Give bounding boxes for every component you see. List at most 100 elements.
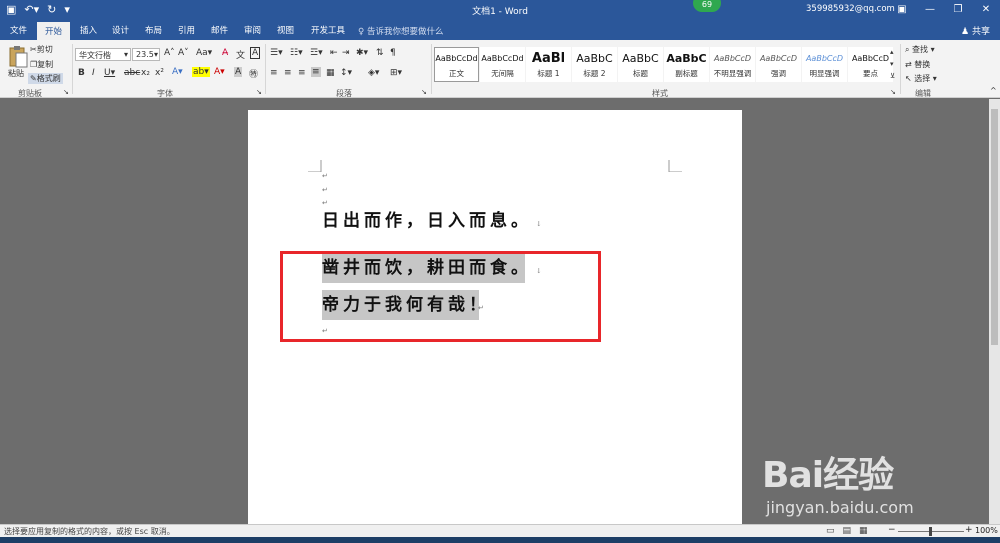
ribbon-display-icon[interactable]: ▣	[888, 0, 916, 20]
copy-button[interactable]: ❐复制	[30, 59, 53, 70]
multilevel-list-icon[interactable]: ☲▾	[310, 48, 323, 58]
brush-icon: ✎	[30, 74, 37, 83]
font-group-label: 字体	[157, 89, 173, 98]
scrollbar-thumb[interactable]	[991, 109, 998, 345]
restore-icon[interactable]: ❐	[944, 0, 972, 20]
justify-icon[interactable]: ≡	[311, 67, 321, 77]
clipboard-launcher-icon[interactable]: ↘	[63, 88, 69, 96]
poem-line-1[interactable]: 日出而作，日入而息。 ↓	[322, 206, 542, 236]
cut-button[interactable]: ✂剪切	[30, 44, 53, 55]
scissors-icon: ✂	[30, 45, 37, 54]
asian-layout-icon[interactable]: ✱▾	[356, 48, 368, 58]
print-layout-icon[interactable]: ▤	[843, 526, 852, 536]
styles-scroll-down-icon[interactable]: ▾	[890, 60, 894, 68]
style-subtle-emphasis[interactable]: AaBbCcD 不明显强调	[710, 47, 755, 82]
styles-launcher-icon[interactable]: ↘	[890, 88, 896, 96]
shading-icon[interactable]: ◈▾	[368, 68, 379, 78]
char-border-icon[interactable]: A	[250, 47, 261, 59]
show-marks-icon[interactable]: ¶	[390, 48, 396, 58]
strikethrough-icon[interactable]: abc	[124, 68, 140, 78]
close-icon[interactable]: ✕	[972, 0, 1000, 20]
find-button[interactable]: ⌕ 查找 ▾	[905, 44, 935, 55]
tab-file[interactable]: 文件	[10, 24, 27, 36]
style-strong[interactable]: AaBbCcD 要点	[848, 47, 893, 82]
account-name[interactable]: 359985932@qq.com	[806, 4, 895, 14]
increase-indent-icon[interactable]: ⇥	[342, 48, 350, 58]
title-bar: ▣ ↶▾ ↻ ▾ 文档1 - Word 69 359985932@qq.com …	[0, 0, 1000, 20]
paste-button[interactable]: 粘贴	[8, 68, 24, 79]
group-separator	[265, 44, 266, 94]
highlight-icon[interactable]: ab▾	[192, 67, 210, 77]
tell-me-search[interactable]: ♀ 告诉我你想要做什么	[358, 25, 443, 37]
minimize-icon[interactable]: —	[916, 0, 944, 20]
tab-review[interactable]: 审阅	[244, 24, 261, 36]
borders-icon[interactable]: ⊞▾	[390, 68, 402, 78]
zoom-out-icon[interactable]: −	[888, 525, 896, 535]
status-message: 选择要应用复制的格式的内容，或按 Esc 取消。	[4, 527, 175, 536]
style-emphasis[interactable]: AaBbCcD 强调	[756, 47, 801, 82]
format-painter-button[interactable]: ✎格式刷	[28, 73, 63, 84]
phonetic-guide-icon[interactable]: 文	[236, 48, 245, 61]
decrease-indent-icon[interactable]: ⇤	[330, 48, 338, 58]
read-mode-icon[interactable]: ▭	[826, 526, 835, 536]
select-button[interactable]: ↖ 选择 ▾	[905, 73, 937, 84]
styles-more-icon[interactable]: ⊻	[890, 72, 895, 80]
collapse-ribbon-icon[interactable]: ^	[990, 86, 997, 95]
tab-design[interactable]: 设计	[112, 24, 129, 36]
style-title[interactable]: AaBbC 标题	[618, 47, 663, 82]
sort-icon[interactable]: ⇅	[376, 48, 384, 58]
style-intense-emphasis[interactable]: AaBbCcD 明显强调	[802, 47, 847, 82]
style-subtitle[interactable]: AaBbC 副标题	[664, 47, 709, 82]
font-name-box[interactable]: 华文行楷 ▾	[75, 48, 131, 61]
align-left-icon[interactable]: ≡	[270, 68, 278, 78]
bullets-icon[interactable]: ☰▾	[270, 48, 283, 58]
paragraph-mark: ↵	[322, 186, 328, 194]
zoom-slider-knob[interactable]	[929, 527, 932, 536]
subscript-icon[interactable]: x₂	[141, 68, 150, 78]
style-normal[interactable]: AaBbCcDd 正文	[434, 47, 479, 82]
os-taskbar	[0, 537, 1000, 543]
font-color-icon[interactable]: A▾	[214, 67, 225, 77]
bold-icon[interactable]: B	[78, 68, 85, 78]
align-right-icon[interactable]: ≡	[298, 68, 306, 78]
replace-button[interactable]: ⇄ 替换	[905, 59, 930, 70]
clear-format-icon[interactable]: A̶	[222, 48, 228, 58]
lightbulb-icon: ♀	[358, 27, 367, 37]
tab-view[interactable]: 视图	[277, 24, 294, 36]
zoom-in-icon[interactable]: +	[965, 525, 973, 535]
paragraph-launcher-icon[interactable]: ↘	[421, 88, 427, 96]
style-heading-1[interactable]: AaBl 标题 1	[526, 47, 571, 82]
group-separator	[72, 44, 73, 94]
tab-mailings[interactable]: 邮件	[211, 24, 228, 36]
text-effects-icon[interactable]: A▾	[172, 67, 183, 77]
notification-badge[interactable]: 69	[693, 0, 721, 12]
zoom-level[interactable]: 100%	[975, 526, 998, 535]
tab-developer[interactable]: 开发工具	[311, 24, 345, 36]
enclose-char-icon[interactable]: ㊕	[249, 67, 258, 80]
change-case-icon[interactable]: Aa▾	[196, 48, 212, 58]
style-no-spacing[interactable]: AaBbCcDd 无间隔	[480, 47, 525, 82]
shrink-font-icon[interactable]: A˅	[178, 48, 189, 58]
web-layout-icon[interactable]: ▦	[859, 526, 868, 536]
tab-layout[interactable]: 布局	[145, 24, 162, 36]
styles-scroll-up-icon[interactable]: ▴	[890, 48, 894, 56]
grow-font-icon[interactable]: A˄	[164, 48, 175, 58]
underline-icon[interactable]: U▾	[104, 68, 115, 78]
group-separator	[900, 44, 901, 94]
tab-home[interactable]: 开始	[37, 22, 71, 40]
font-size-box[interactable]: 23.5 ▾	[132, 48, 160, 61]
baidu-watermark: Bai经验 jingyan.baidu.com	[762, 436, 996, 522]
italic-icon[interactable]: I	[92, 68, 95, 78]
char-shading-icon[interactable]: A	[234, 67, 243, 77]
line-spacing-icon[interactable]: ↕▾	[340, 68, 352, 78]
distributed-icon[interactable]: ▦	[326, 68, 335, 78]
paste-icon[interactable]	[8, 45, 28, 69]
font-launcher-icon[interactable]: ↘	[256, 88, 262, 96]
superscript-icon[interactable]: x²	[155, 68, 164, 78]
tab-insert[interactable]: 插入	[80, 24, 97, 36]
numbering-icon[interactable]: ☷▾	[290, 48, 303, 58]
tab-references[interactable]: 引用	[178, 24, 195, 36]
share-button[interactable]: ♟ 共享	[961, 24, 990, 37]
align-center-icon[interactable]: ≡	[284, 68, 292, 78]
style-heading-2[interactable]: AaBbC 标题 2	[572, 47, 617, 82]
